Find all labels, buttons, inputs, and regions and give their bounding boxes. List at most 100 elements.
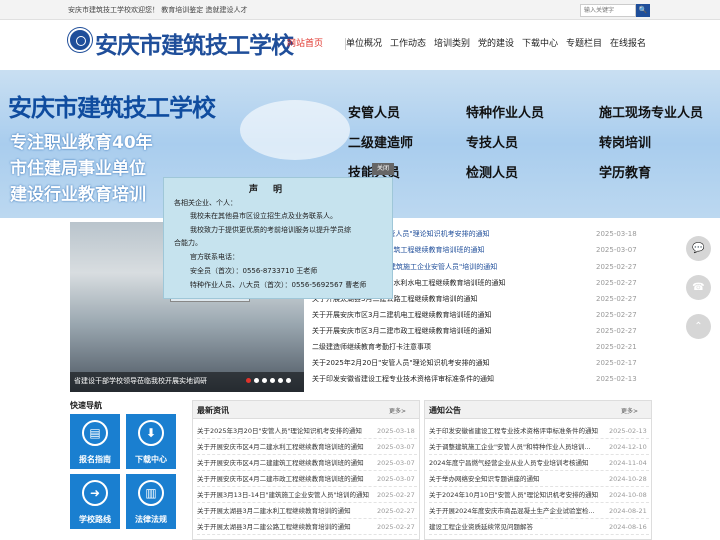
nav-topics[interactable]: 专题栏目: [566, 35, 602, 55]
slide-caption[interactable]: 省建设干部学校领导莅临我校开展实地调研: [70, 372, 304, 392]
slider-dot[interactable]: [246, 378, 251, 383]
list-item-date: 2025-03-07: [377, 475, 415, 483]
list-item[interactable]: 关于印发安徽省建设工程专业技术资格评审标准条件的通知 2025-02-13: [312, 372, 642, 387]
list-item-title[interactable]: 关于印发安徽省建设工程专业技术资格评审标准条件的通知: [429, 423, 601, 438]
banner-category[interactable]: 二级建造师: [348, 132, 413, 151]
banner-line: 市住建局事业单位: [10, 159, 146, 179]
popup-close-button[interactable]: 关闭: [372, 163, 394, 175]
list-item-title[interactable]: 关于印发安徽省建设工程专业技术资格评审标准条件的通知: [312, 372, 494, 387]
list-item[interactable]: 二级建造师继续教育考勤打卡注意事项 2025-02-21: [312, 340, 642, 355]
quick-nav-label: 学校路线: [79, 515, 111, 524]
list-item-title[interactable]: 关于开展太湖县3月二建水利工程继续教育培训的通知: [197, 503, 369, 518]
more-link[interactable]: 更多>: [621, 406, 638, 415]
list-item[interactable]: 关于开展安庆市区4月二建水利工程继续教育培训班的通知 2025-03-07: [197, 439, 417, 455]
list-item-date: 2025-02-27: [377, 523, 415, 531]
slider-dot[interactable]: [286, 378, 291, 383]
school-logo[interactable]: [68, 28, 92, 52]
list-item[interactable]: 关于开展安庆市区3月二建市政工程继续教育培训班的通知 2025-02-27: [312, 324, 642, 339]
list-item-title[interactable]: 关于2025年2月20日"安管人员"理论知识机考安排的通知: [312, 356, 490, 371]
list-item-title[interactable]: 关于调整建筑施工企业"安管人员"和特种作业人员培训...: [429, 439, 601, 454]
site-name[interactable]: 安庆市建筑技工学校: [95, 26, 294, 60]
list-item-title[interactable]: 关于开展安庆市区3月二建机电工程继续教育培训班的通知: [312, 308, 491, 323]
list-item[interactable]: 关于2025年3月20日"安管人员"理论知识机考安排的通知 2025-03-18: [197, 423, 417, 439]
list-item[interactable]: 关于开展2024年度安庆市商品混凝土生产企业试验室检... 2024-08-21: [429, 503, 649, 519]
list-item[interactable]: 关于2025年2月20日"安管人员"理论知识机考安排的通知 2025-02-17: [312, 356, 642, 371]
banner-category[interactable]: 安管人员: [348, 102, 400, 121]
list-item-date: 2025-02-27: [377, 491, 415, 499]
phone-icon[interactable]: ☎: [686, 275, 711, 300]
list-item-date: 2025-02-27: [596, 279, 637, 287]
list-item-title[interactable]: 关于举办网络安全知识专题讲座的通知: [429, 471, 601, 486]
list-item[interactable]: 关于开展安庆市区4月二建建筑工程继续教育培训班的通知 2025-03-07: [197, 455, 417, 471]
quick-nav: 快速导航 ▤ 报名指南 ⬇ 下载中心 ➜ 学校路线 ▥ 法律法规: [70, 400, 180, 540]
list-item-date: 2025-02-13: [596, 375, 637, 383]
nav-about[interactable]: 单位概况: [346, 35, 382, 55]
slider-dot[interactable]: [254, 378, 259, 383]
list-item-title[interactable]: 关于开展安庆市区4月二建市政工程继续教育培训班的通知: [197, 471, 369, 486]
list-item[interactable]: 关于开展3月13日-14日"建筑施工企业安管人员"培训的通知 2025-02-27: [197, 487, 417, 503]
banner-line: 专注职业教育40年: [10, 133, 153, 153]
top-bar: 安庆市建筑技工学校欢迎您！ 教育培训鉴定 造就建设人才 🔍: [0, 0, 720, 20]
list-item-date: 2025-03-07: [596, 246, 637, 254]
list-item-title[interactable]: 关于开展3月13日-14日"建筑施工企业安管人员"培训的通知: [197, 487, 369, 502]
list-item-title[interactable]: 关于开展2024年度安庆市商品混凝土生产企业试验室检...: [429, 503, 601, 518]
banner-category[interactable]: 专技人员: [466, 132, 518, 151]
banner-category[interactable]: 特种作业人员: [466, 102, 544, 121]
list-item-title[interactable]: 2024年度宁昌燃气经营企业从业人员专业培训考核通知: [429, 455, 601, 470]
back-to-top-icon[interactable]: ⌃: [686, 314, 711, 339]
list-item[interactable]: 关于开展太湖县3月二建水利工程继续教育培训的通知 2025-02-27: [197, 503, 417, 519]
search-icon[interactable]: 🔍: [636, 4, 650, 17]
download-icon: ⬇: [138, 420, 164, 446]
list-item[interactable]: 关于开展安庆市区3月二建机电工程继续教育培训班的通知 2025-02-27: [312, 308, 642, 323]
banner-category[interactable]: 检测人员: [466, 162, 518, 181]
slider-dot[interactable]: [262, 378, 267, 383]
list-item[interactable]: 关于2024年10月10日"安管人员"理论知识机考安排的通知 2024-10-08: [429, 487, 649, 503]
quick-nav-law[interactable]: ▥ 法律法规: [126, 474, 176, 529]
quick-nav-signup-guide[interactable]: ▤ 报名指南: [70, 414, 120, 469]
nav-party[interactable]: 党的建设: [478, 35, 514, 55]
nav-training[interactable]: 培训类别: [434, 35, 470, 55]
list-item-title[interactable]: 二级建造师继续教育考勤打卡注意事项: [312, 340, 431, 355]
list-item[interactable]: 建设工程企业资质延续常见问题解答 2024-08-16: [429, 519, 649, 535]
chat-icon[interactable]: 💬: [686, 236, 711, 261]
list-item[interactable]: 2024年度宁昌燃气经营企业从业人员专业培训考核通知 2024-11-04: [429, 455, 649, 471]
nav-home[interactable]: 网站首页: [287, 35, 323, 55]
quick-nav-route[interactable]: ➜ 学校路线: [70, 474, 120, 529]
popup-line: 官方联系电话：: [190, 253, 239, 261]
list-item-title[interactable]: 关于2025年3月20日"安管人员"理论知识机考安排的通知: [197, 423, 369, 438]
slider-dot[interactable]: [270, 378, 275, 383]
popup-line: 特种作业人员、八大员（首次）：0556-5692567 曹老师: [190, 281, 367, 289]
banner-title: 安庆市建筑技工学校: [8, 93, 216, 122]
quick-nav-label: 报名指南: [79, 455, 111, 464]
list-item-date: 2025-03-07: [377, 443, 415, 451]
list-item[interactable]: 关于开展安庆市区4月二建市政工程继续教育培训班的通知 2025-03-07: [197, 471, 417, 487]
more-link[interactable]: 更多>: [389, 406, 406, 415]
slider-dot[interactable]: [278, 378, 283, 383]
list-item-title[interactable]: 关于开展安庆市区4月二建建筑工程继续教育培训班的通知: [197, 455, 369, 470]
quick-nav-download[interactable]: ⬇ 下载中心: [126, 414, 176, 469]
list-item[interactable]: 关于举办网络安全知识专题讲座的通知 2024-10-28: [429, 471, 649, 487]
list-item-date: 2025-02-27: [377, 507, 415, 515]
nav-download[interactable]: 下载中心: [522, 35, 558, 55]
list-item[interactable]: 关于调整建筑施工企业"安管人员"和特种作业人员培训... 2024-12-10: [429, 439, 649, 455]
banner-category[interactable]: 施工现场专业人员: [599, 102, 703, 121]
list-item-title[interactable]: 关于开展安庆市区3月二建市政工程继续教育培训班的通知: [312, 324, 491, 339]
list-item-date: 2024-10-28: [609, 475, 647, 483]
list-item[interactable]: 关于印发安徽省建设工程专业技术资格评审标准条件的通知 2025-02-13: [429, 423, 649, 439]
list-item-title[interactable]: 关于开展太湖县3月二建公路工程继续教育培训的通知: [197, 519, 369, 534]
panel-header: 通知公告 更多>: [425, 401, 651, 419]
list-item[interactable]: 关于开展太湖县3月二建公路工程继续教育培训的通知 2025-02-27: [197, 519, 417, 535]
banner-line: 建设行业教育培训: [10, 185, 146, 205]
banner-cloud: [240, 100, 350, 160]
announcement-panel: 通知公告 更多> 关于印发安徽省建设工程专业技术资格评审标准条件的通知 2025-…: [424, 400, 652, 540]
list-item-date: 2025-02-21: [596, 343, 637, 351]
search-input[interactable]: [580, 4, 636, 17]
nav-signup[interactable]: 在线报名: [610, 35, 646, 55]
list-item-date: 2025-02-27: [596, 263, 637, 271]
list-item-title[interactable]: 建设工程企业资质延续常见问题解答: [429, 519, 601, 534]
banner-category[interactable]: 学历教育: [599, 162, 651, 181]
list-item-title[interactable]: 关于开展安庆市区4月二建水利工程继续教育培训班的通知: [197, 439, 369, 454]
nav-news[interactable]: 工作动态: [390, 35, 426, 55]
list-item-title[interactable]: 关于2024年10月10日"安管人员"理论知识机考安排的通知: [429, 487, 601, 502]
banner-category[interactable]: 转岗培训: [599, 132, 651, 151]
